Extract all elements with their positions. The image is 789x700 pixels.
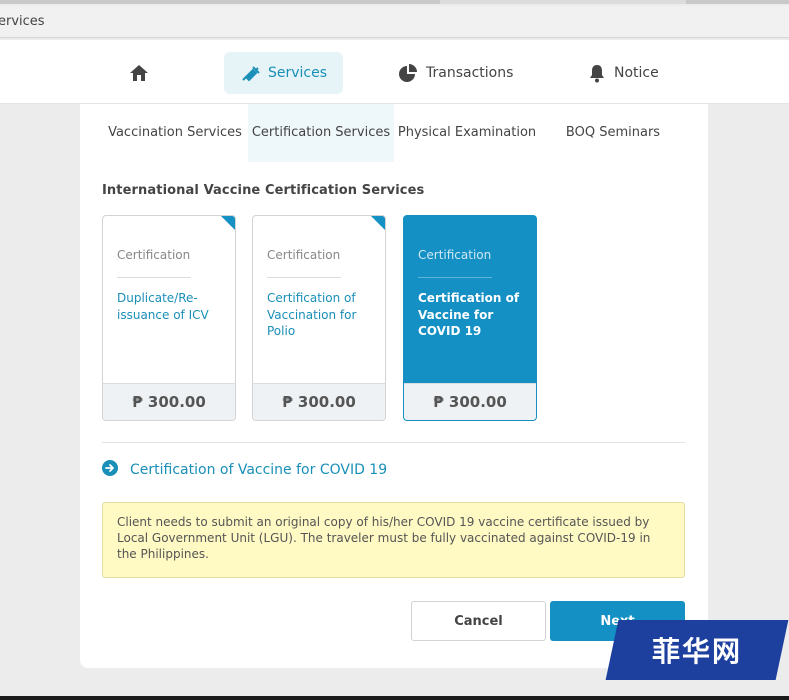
cancel-button[interactable]: Cancel	[411, 601, 546, 641]
card-category: Certification	[418, 248, 492, 262]
watermark-logo: 菲华网	[605, 620, 789, 680]
card-service-name: Certification of Vaccination for Polio	[267, 291, 357, 338]
card-category: Certification	[117, 248, 191, 262]
nav-transactions-label: Transactions	[426, 65, 514, 81]
browser-tab[interactable]	[0, 0, 440, 4]
selected-service-title: Certification of Vaccine for COVID 19	[130, 462, 388, 478]
home-icon	[128, 63, 150, 83]
nav-transactions[interactable]: Transactions	[382, 52, 529, 94]
subtab-certification-services[interactable]: Certification Services	[248, 104, 394, 162]
card-service-name: Certification of Vaccine for COVID 19	[418, 291, 520, 338]
card-divider	[418, 277, 492, 278]
card-divider	[117, 277, 191, 278]
card-corner-flag	[221, 216, 235, 230]
bell-icon	[588, 63, 606, 83]
card-divider	[267, 277, 341, 278]
card-price: ₱ 300.00	[253, 383, 385, 420]
browser-tab-strip	[0, 0, 789, 4]
subtab-physical-examination[interactable]: Physical Examination	[394, 104, 540, 162]
card-category: Certification	[267, 248, 341, 262]
bottom-strip	[0, 696, 789, 700]
nav-notice-label: Notice	[614, 65, 659, 81]
nav-services[interactable]: Services	[224, 52, 344, 94]
section-heading: International Vaccine Certification Serv…	[102, 183, 425, 198]
card-service-name: Duplicate/Re-issuance of ICV	[117, 291, 209, 322]
syringe-icon	[240, 63, 260, 83]
requirements-notice: Client needs to submit an original copy …	[102, 502, 685, 578]
card-price: ₱ 300.00	[103, 383, 235, 420]
top-navigation: Services Transactions Notice	[0, 40, 789, 104]
nav-home[interactable]	[112, 52, 166, 94]
nav-notice[interactable]: Notice	[572, 52, 675, 94]
section-divider	[102, 442, 685, 443]
arrow-circle-right-icon	[102, 460, 118, 480]
service-card-covid19[interactable]: Certification Certification of Vaccine f…	[403, 215, 537, 421]
address-text: ervices	[0, 14, 45, 29]
subtab-vaccination-services[interactable]: Vaccination Services	[102, 104, 248, 162]
service-card-polio[interactable]: Certification Certification of Vaccinati…	[252, 215, 386, 421]
card-price: ₱ 300.00	[404, 383, 536, 420]
pie-chart-icon	[398, 63, 418, 83]
service-card-duplicate-icv[interactable]: Certification Duplicate/Re-issuance of I…	[102, 215, 236, 421]
selected-service-header: Certification of Vaccine for COVID 19	[102, 460, 387, 480]
subtab-boq-seminars[interactable]: BOQ Seminars	[540, 104, 686, 162]
browser-tab[interactable]	[686, 0, 789, 4]
address-bar[interactable]: ervices	[0, 6, 789, 38]
watermark-text: 菲华网	[651, 635, 742, 668]
card-corner-flag	[371, 216, 385, 230]
nav-services-label: Services	[268, 65, 328, 81]
